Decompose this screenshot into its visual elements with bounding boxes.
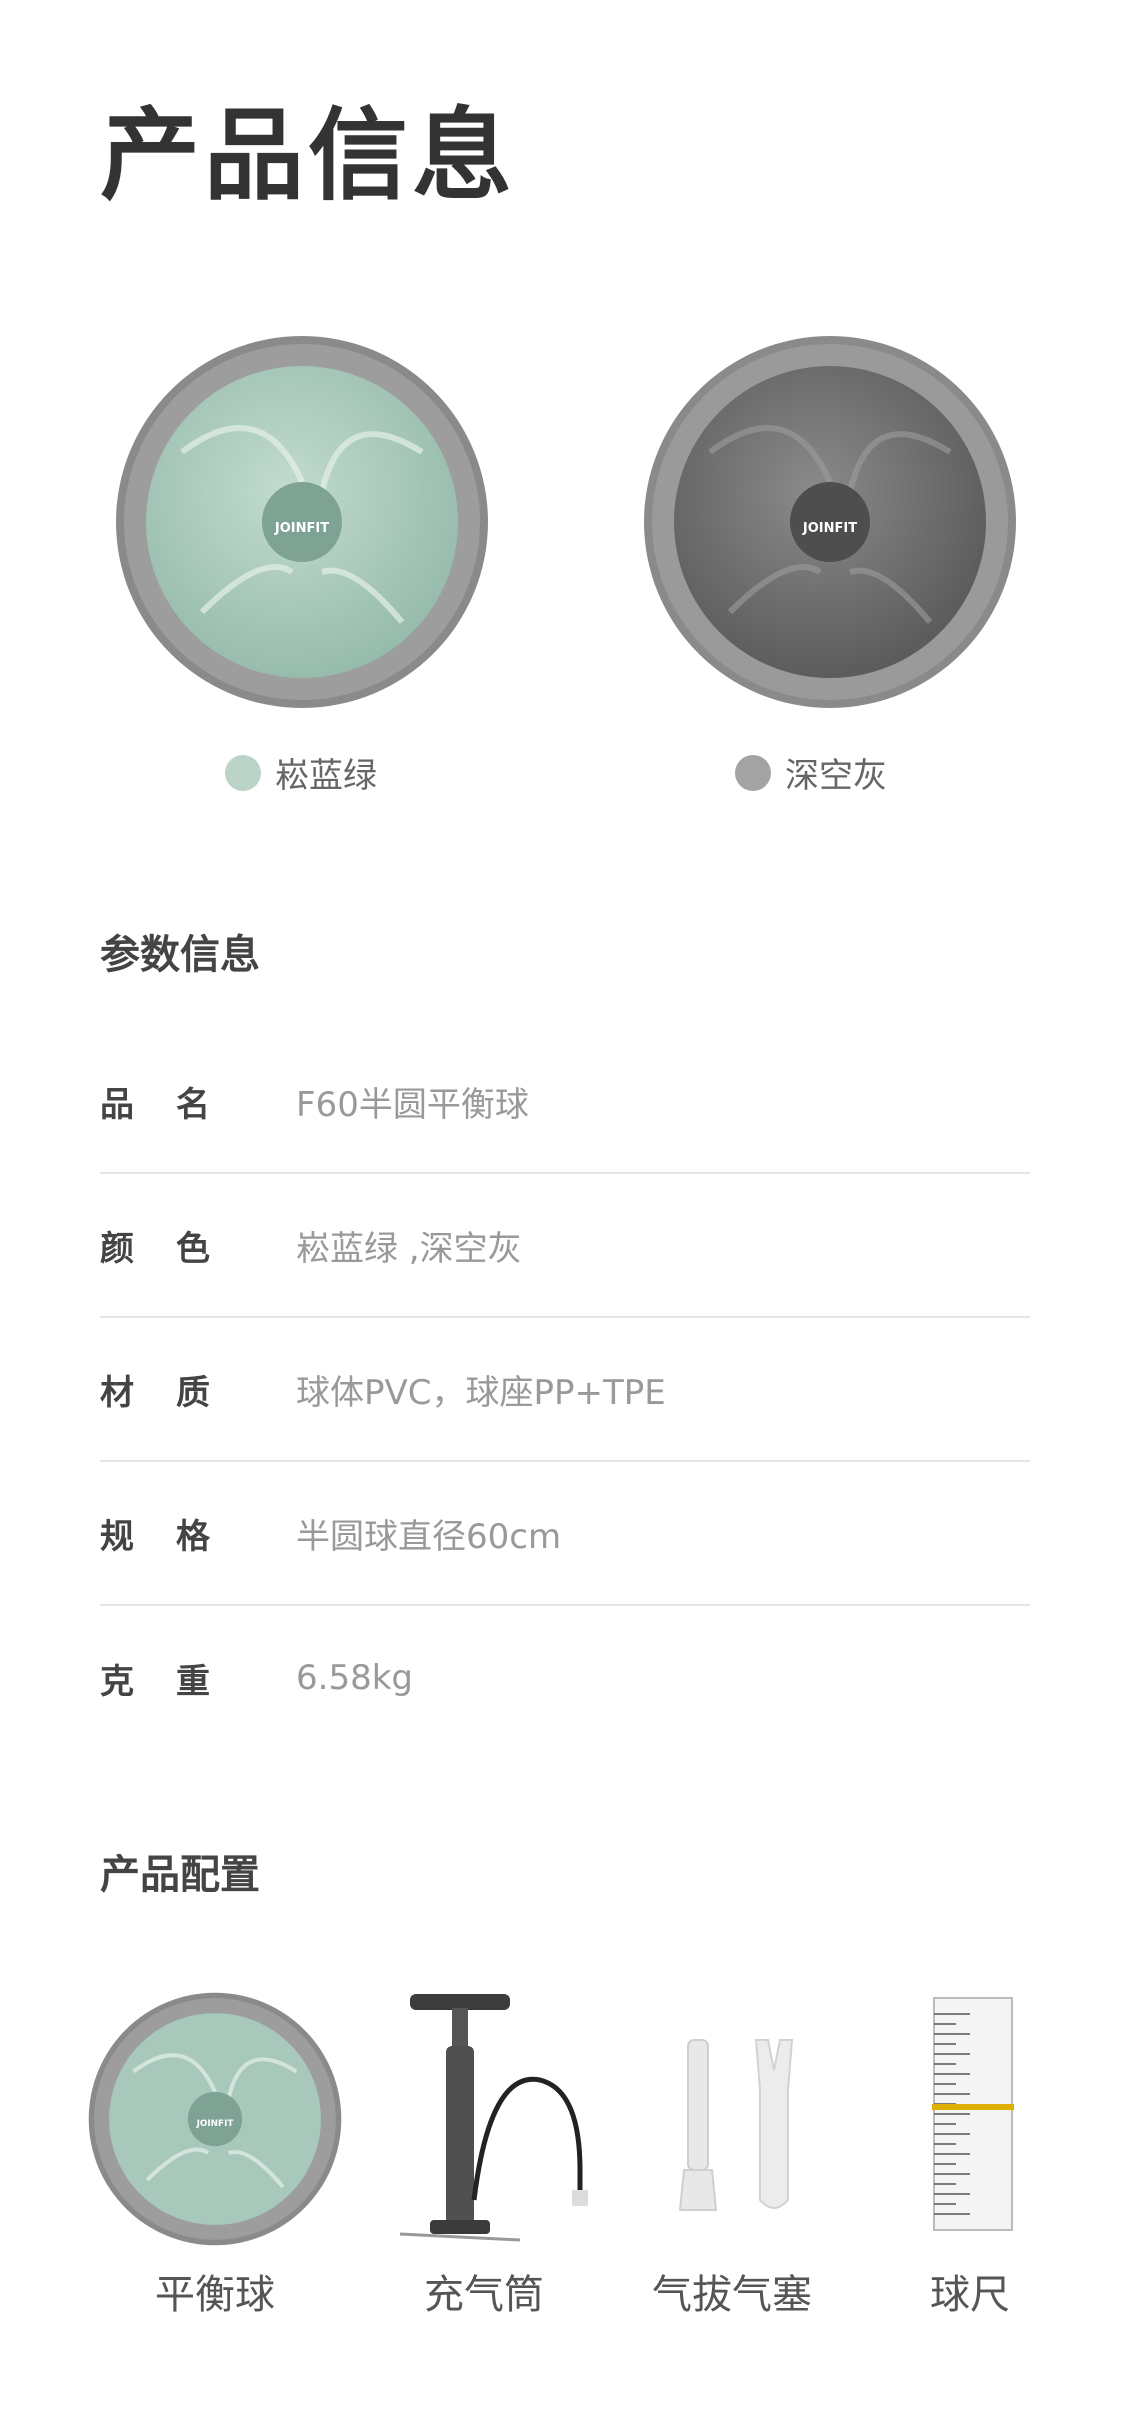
spec-row: 颜 色 崧蓝绿 ,深空灰 xyxy=(100,1174,1030,1318)
spec-value: 崧蓝绿 ,深空灰 xyxy=(296,1228,522,1269)
spec-key: 品 名 xyxy=(100,1084,214,1125)
color-option-label: 深空灰 xyxy=(785,756,887,796)
spec-value: 球体PVC，球座PP+TPE xyxy=(296,1372,666,1413)
ruler-icon xyxy=(930,1994,1016,2238)
spec-key: 颜 色 xyxy=(100,1228,214,1269)
color-swatch-dot xyxy=(735,754,771,791)
params-section-title: 参数信息 xyxy=(100,932,260,978)
balance-ball-icon: JOINFIT xyxy=(86,1990,344,2252)
config-section-title: 产品配置 xyxy=(100,1852,260,1898)
product-info-page: 产品信息 JOINFIT JOINFIT 崧蓝绿 深空灰 参数信息 品 名 F6… xyxy=(0,0,1125,2424)
page-title: 产品信息 xyxy=(100,97,516,214)
ball-logo-text: JOINFIT xyxy=(802,521,857,536)
config-item-label: 平衡球 xyxy=(155,2272,275,2318)
spec-row: 规 格 半圆球直径60cm xyxy=(100,1462,1030,1606)
plug-and-remover-icon xyxy=(670,2030,810,2234)
color-swatch-dot xyxy=(225,754,261,791)
spec-key: 规 格 xyxy=(100,1516,214,1557)
spec-key: 克 重 xyxy=(100,1661,214,1702)
config-item-label: 球尺 xyxy=(930,2272,1010,2318)
config-item-label: 充气筒 xyxy=(424,2272,544,2318)
ball-logo-text: JOINFIT xyxy=(274,521,329,536)
spec-row: 克 重 6.58kg xyxy=(100,1606,1030,1750)
spec-value: 6.58kg xyxy=(296,1658,413,1698)
gray-balance-ball-image: JOINFIT xyxy=(640,332,1020,712)
pump-icon xyxy=(390,1990,630,2254)
config-item-label: 气拔气塞 xyxy=(652,2272,812,2318)
ball-logo-text: JOINFIT xyxy=(196,2119,234,2129)
green-balance-ball-image: JOINFIT xyxy=(112,332,492,712)
spec-row: 材 质 球体PVC，球座PP+TPE xyxy=(100,1318,1030,1462)
spec-key: 材 质 xyxy=(100,1372,214,1413)
color-option-label: 崧蓝绿 xyxy=(275,756,377,796)
spec-row: 品 名 F60半圆平衡球 xyxy=(100,1030,1030,1174)
spec-value: F60半圆平衡球 xyxy=(296,1084,529,1125)
color-option-green: 崧蓝绿 xyxy=(225,748,377,797)
color-option-gray: 深空灰 xyxy=(735,748,887,797)
spec-table: 品 名 F60半圆平衡球 颜 色 崧蓝绿 ,深空灰 材 质 球体PVC，球座PP… xyxy=(100,1030,1030,1750)
spec-value: 半圆球直径60cm xyxy=(296,1516,562,1557)
